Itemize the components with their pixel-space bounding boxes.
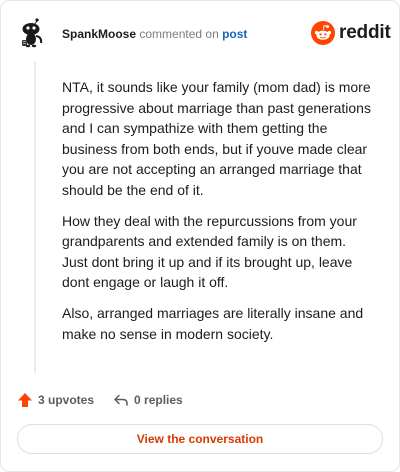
post-link[interactable]: post [222, 27, 247, 41]
comment-actions: 3 upvotes 0 replies [17, 390, 183, 410]
view-conversation-button[interactable]: View the conversation [17, 424, 383, 454]
upvote-button[interactable]: 3 upvotes [17, 392, 94, 408]
comment-paragraph: Also, arranged marriages are literally i… [62, 305, 364, 342]
replies-button[interactable]: 0 replies [113, 392, 183, 408]
reply-arrow-icon [114, 394, 128, 406]
comment-paragraph: NTA, it sounds like your family (mom dad… [62, 79, 371, 198]
username-link[interactable]: SpankMoose [62, 27, 136, 41]
thread-line [34, 61, 36, 373]
comment-paragraph: How they deal with the repurcussions fro… [62, 212, 357, 291]
comment-body: NTA, it sounds like your family (mom dad… [62, 77, 374, 355]
comment-header: SpankMoose commented on post [62, 27, 247, 41]
upvote-count: 3 upvotes [38, 393, 95, 407]
reddit-wordmark: reddit [339, 22, 391, 43]
reddit-logo-icon [311, 21, 335, 45]
comment-embed-card: SpankMoose commented on post reddit NTA,… [0, 0, 400, 472]
snoo-avatar-icon[interactable] [17, 16, 49, 48]
reply-count: 0 replies [134, 393, 183, 407]
commented-on-text: commented on [139, 27, 219, 41]
reddit-brand[interactable]: reddit [311, 20, 391, 46]
upvote-arrow-icon [18, 393, 32, 407]
